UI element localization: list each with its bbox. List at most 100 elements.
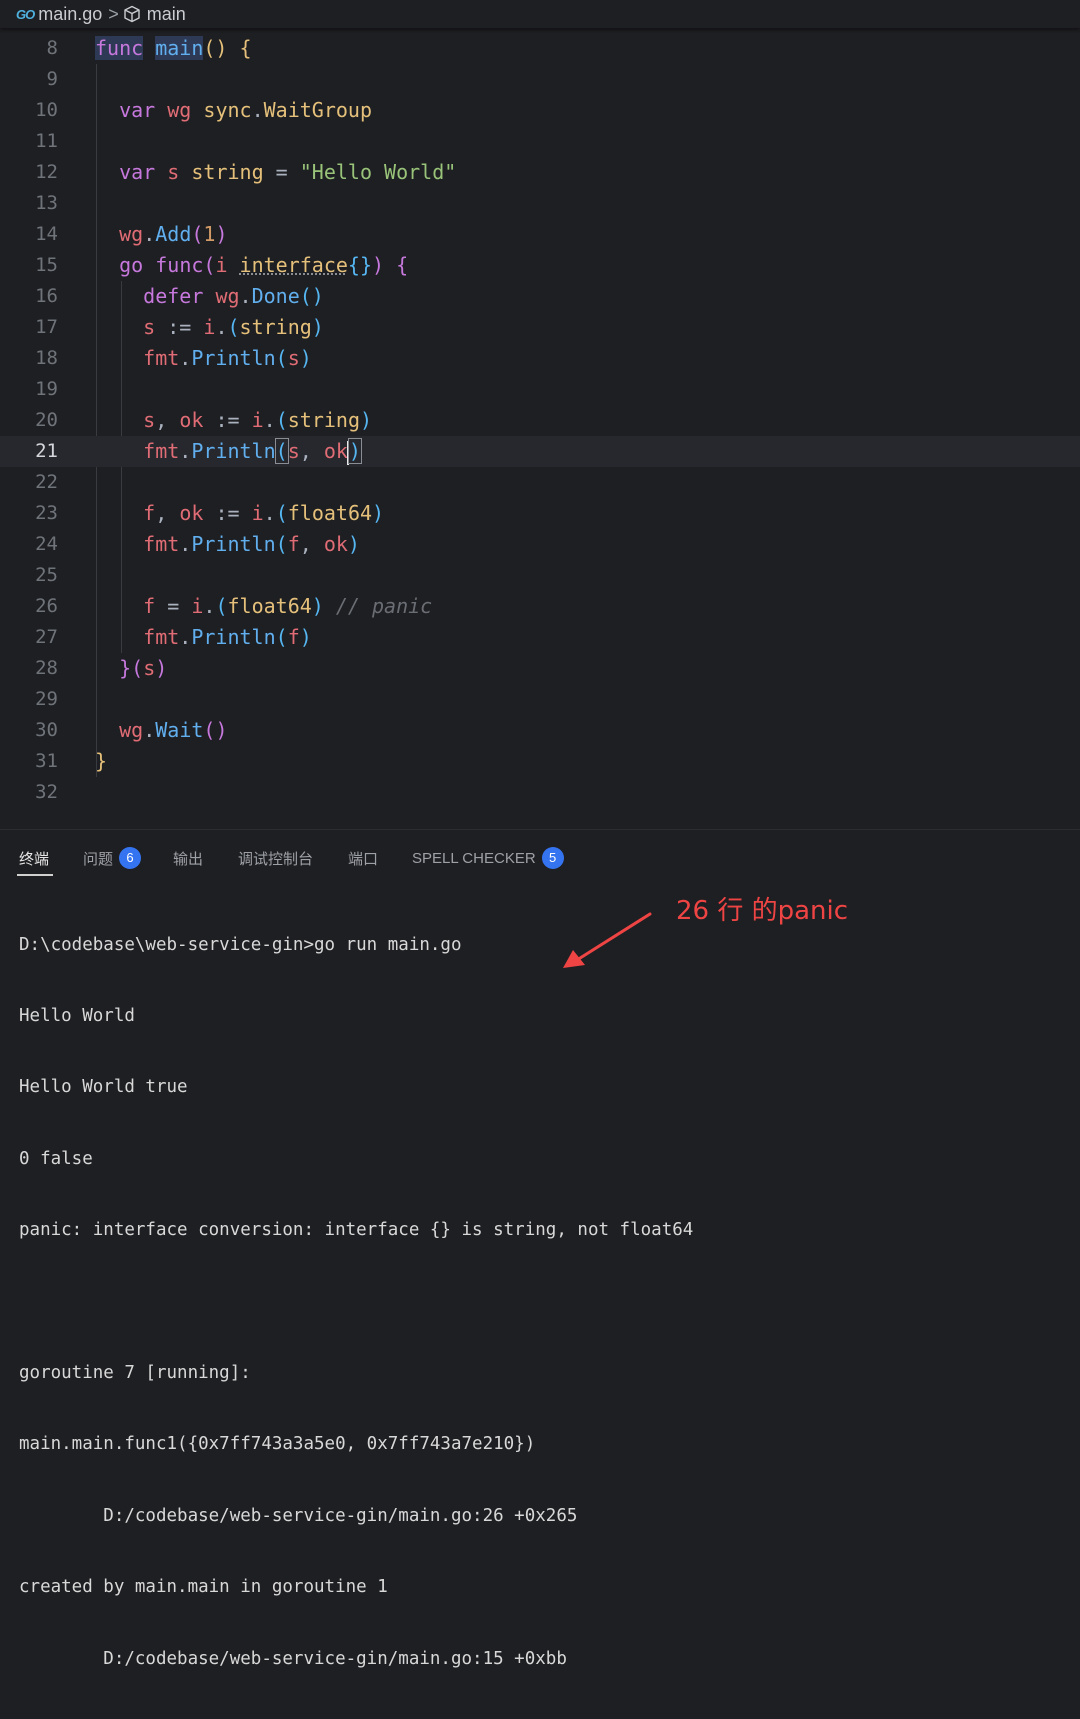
line-number: 12 — [35, 161, 58, 183]
tab-debug-console[interactable]: 调试控制台 — [238, 848, 313, 869]
code-line[interactable]: 17 s := i.(string) — [0, 312, 1080, 343]
breadcrumb: GO main.go > main — [0, 0, 1080, 28]
tab-label: 端口 — [348, 851, 379, 868]
code-line[interactable]: 24 fmt.Println(f, ok) — [0, 529, 1080, 560]
line-number: 32 — [35, 781, 58, 803]
code-line[interactable]: 22 — [0, 467, 1080, 498]
code-line[interactable]: 28 }(s) — [0, 653, 1080, 684]
active-tab-indicator — [17, 874, 53, 876]
bottom-panel: 终端 问题 6 输出 调试控制台 端口 SPELL CHECKER 5 D:\c… — [0, 829, 1080, 1669]
code-comment: // panic — [335, 594, 433, 618]
code-line[interactable]: 20 s, ok := i.(string) — [0, 405, 1080, 436]
line-number: 31 — [35, 750, 58, 772]
line-number: 29 — [35, 688, 58, 710]
problems-count-badge: 6 — [119, 847, 142, 869]
code-text: f, ok := i.(float64) — [143, 501, 385, 525]
panel-tabs: 终端 问题 6 输出 调试控制台 端口 SPELL CHECKER 5 — [0, 830, 1080, 886]
code-line[interactable]: 23 f, ok := i.(float64) — [0, 498, 1080, 529]
code-line-current[interactable]: 21 fmt.Println(s, ok) — [0, 436, 1080, 467]
code-line[interactable]: 29 — [0, 684, 1080, 715]
code-text: var s string = "Hello World" — [119, 160, 457, 184]
breadcrumb-file[interactable]: main.go — [38, 4, 102, 25]
tab-label: 问题 — [83, 850, 114, 868]
terminal-line: main.main.func1({0x7ff743a3a5e0, 0x7ff74… — [19, 1434, 536, 1455]
code-line[interactable]: 13 — [0, 188, 1080, 219]
line-number: 27 — [35, 626, 58, 648]
code-line[interactable]: 15 go func(i interface{}) { — [0, 250, 1080, 281]
code-text: fmt.Println(s) — [143, 346, 312, 370]
terminal-output[interactable]: D:\codebase\web-service-gin>go run main.… — [19, 886, 1069, 1719]
code-line[interactable]: 19 — [0, 374, 1080, 405]
line-number: 23 — [35, 502, 58, 524]
code-text: fmt.Println(f) — [143, 625, 312, 649]
line-number: 26 — [35, 595, 58, 617]
tab-problems[interactable]: 问题 6 — [83, 847, 142, 869]
code-line[interactable]: 30 wg.Wait() — [0, 715, 1080, 746]
code-line[interactable]: 10 var wg sync.WaitGroup — [0, 95, 1080, 126]
chevron-right-icon: > — [108, 3, 119, 24]
code-text: f = i.(float64) // panic — [143, 594, 433, 618]
code-line[interactable]: 11 — [0, 126, 1080, 157]
code-line[interactable]: 9 — [0, 64, 1080, 95]
line-number: 22 — [35, 471, 58, 493]
tab-spell-checker[interactable]: SPELL CHECKER 5 — [412, 847, 564, 869]
spell-checker-count-badge: 5 — [541, 847, 564, 869]
tab-terminal[interactable]: 终端 — [19, 848, 49, 869]
line-number: 19 — [35, 378, 58, 400]
code-line[interactable]: 12 var s string = "Hello World" — [0, 157, 1080, 188]
annotation-label: 26 行 的panic — [676, 896, 849, 926]
code-line[interactable]: 18 fmt.Println(s) — [0, 343, 1080, 374]
code-line[interactable]: 31 } — [0, 746, 1080, 777]
line-number: 25 — [35, 564, 58, 586]
line-number: 20 — [35, 409, 58, 431]
terminal-line: 0 false — [19, 1148, 93, 1169]
code-text: s := i.(string) — [143, 315, 324, 339]
line-number: 24 — [35, 533, 58, 555]
code-text: fmt.Println(s, ok) — [143, 438, 362, 465]
symbol-method-icon — [124, 5, 140, 23]
code-editor[interactable]: 8 func main() { 9 10 var wg sync.WaitGro… — [0, 33, 1080, 829]
annotation-arrow-icon — [563, 912, 652, 968]
code-text: }(s) — [119, 656, 168, 680]
breadcrumb-symbol[interactable]: main — [147, 4, 186, 25]
tab-label: SPELL CHECKER — [412, 849, 536, 867]
code-line[interactable]: 32 — [0, 777, 1080, 808]
tab-ports[interactable]: 端口 — [348, 848, 378, 869]
code-text: defer wg.Done() — [143, 284, 324, 308]
code-line[interactable]: 16 defer wg.Done() — [0, 281, 1080, 312]
code-text: wg.Add(1) — [119, 222, 228, 246]
line-number: 28 — [35, 657, 58, 679]
line-number: 9 — [46, 68, 58, 90]
line-number: 18 — [35, 347, 58, 369]
line-number: 30 — [35, 719, 58, 741]
code-text: go func(i interface{}) { — [119, 253, 409, 277]
go-file-icon: GO — [16, 6, 35, 22]
line-number: 11 — [35, 130, 58, 152]
code-text: wg.Wait() — [119, 718, 228, 742]
terminal-line: D:/codebase/web-service-gin/main.go:26 +… — [19, 1505, 578, 1526]
line-number: 15 — [35, 254, 58, 276]
line-number: 21 — [35, 440, 58, 462]
code-line[interactable]: 25 — [0, 560, 1080, 591]
line-number: 10 — [35, 99, 58, 121]
terminal-line: created by main.main in goroutine 1 — [19, 1577, 388, 1598]
line-number: 8 — [46, 37, 58, 59]
code-line[interactable]: 14 wg.Add(1) — [0, 219, 1080, 250]
terminal-line: goroutine 7 [running]: — [19, 1362, 251, 1383]
terminal-line: Hello World — [19, 1005, 135, 1026]
code-text: fmt.Println(f, ok) — [143, 532, 360, 556]
line-number: 17 — [35, 316, 58, 338]
terminal-line: D:\codebase\web-service-gin>go run main.… — [19, 934, 462, 955]
tab-output[interactable]: 输出 — [173, 848, 203, 869]
code-text: } — [95, 749, 108, 773]
code-line[interactable]: 26 f = i.(float64) // panic — [0, 591, 1080, 622]
code-line[interactable]: 27 fmt.Println(f) — [0, 622, 1080, 653]
code-text: func main() { — [95, 36, 252, 60]
code-line[interactable]: 8 func main() { — [0, 33, 1080, 64]
line-number: 13 — [35, 192, 58, 214]
line-number: 14 — [35, 223, 58, 245]
terminal-line: D:/codebase/web-service-gin/main.go:15 +… — [19, 1648, 567, 1669]
code-text: var wg sync.WaitGroup — [119, 98, 372, 122]
tab-label: 输出 — [173, 851, 204, 868]
